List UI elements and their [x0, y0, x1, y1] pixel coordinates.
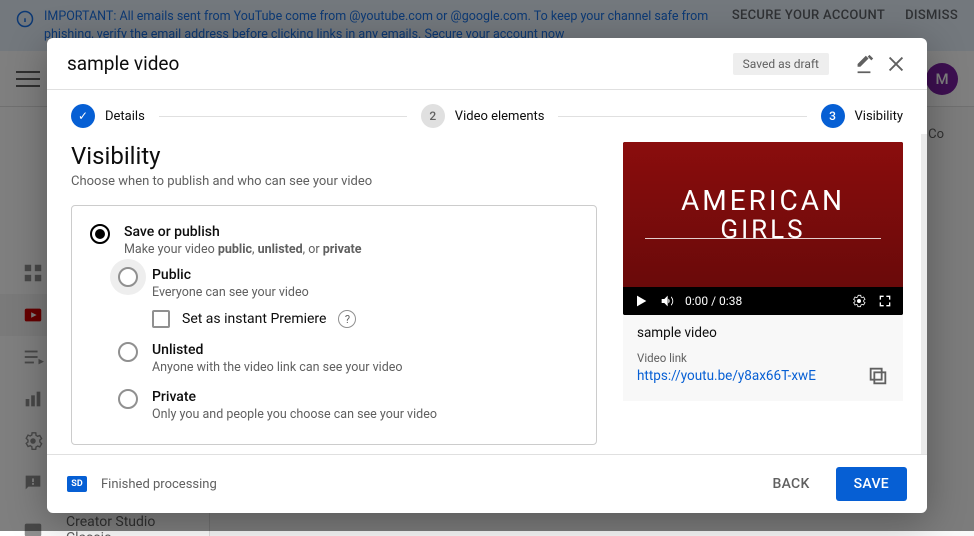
premiere-label: Set as instant Premiere: [182, 311, 326, 327]
check-icon: [71, 104, 95, 128]
opt-save-label: Save or publish: [124, 224, 362, 240]
step-visibility[interactable]: 3 Visibility: [821, 104, 904, 128]
thumb-line2: GIRLS: [720, 215, 805, 245]
thumb-line1: AMERICAN: [681, 184, 845, 217]
upload-dialog: sample video Saved as draft Details 2 Vid…: [47, 38, 927, 513]
back-button[interactable]: BACK: [760, 468, 821, 500]
close-icon[interactable]: [885, 53, 907, 75]
opt-private-label: Private: [152, 389, 437, 405]
video-preview: AMERICAN GIRLS 0:00 / 0:38: [623, 142, 903, 315]
radio-save-publish[interactable]: [90, 224, 110, 244]
step-number: 2: [421, 104, 445, 128]
dialog-title: sample video: [67, 52, 733, 75]
meta-video-title: sample video: [637, 325, 889, 341]
video-meta: sample video Video link https://youtu.be…: [623, 315, 903, 401]
volume-icon[interactable]: [659, 293, 675, 309]
video-time: 0:00 / 0:38: [685, 294, 742, 308]
settings-icon[interactable]: [851, 293, 867, 309]
visibility-options: Save or publish Make your video public, …: [71, 205, 597, 445]
save-button[interactable]: SAVE: [836, 467, 907, 501]
opt-public-label: Public: [152, 267, 309, 283]
fullscreen-icon[interactable]: [877, 293, 893, 309]
video-thumbnail[interactable]: AMERICAN GIRLS: [623, 142, 903, 287]
step-number: 3: [821, 104, 845, 128]
modal-overlay: sample video Saved as draft Details 2 Vid…: [0, 0, 974, 531]
stepper: Details 2 Video elements 3 Visibility: [47, 90, 927, 134]
step-divider: [558, 116, 806, 117]
step-label: Video elements: [455, 109, 545, 124]
step-details[interactable]: Details: [71, 104, 145, 128]
opt-unlisted-desc: Anyone with the video link can see your …: [152, 360, 403, 375]
feedback-icon[interactable]: [853, 53, 875, 75]
sd-badge: SD: [67, 476, 87, 492]
step-divider: [159, 116, 407, 117]
opt-public-desc: Everyone can see your video: [152, 285, 309, 300]
meta-link-label: Video link: [637, 351, 889, 365]
step-label: Visibility: [855, 109, 904, 124]
opt-unlisted-label: Unlisted: [152, 342, 403, 358]
draft-badge: Saved as draft: [733, 53, 829, 75]
checkbox-premiere[interactable]: [152, 310, 170, 328]
section-subtitle: Choose when to publish and who can see y…: [71, 174, 597, 189]
processing-status: Finished processing: [101, 477, 746, 492]
radio-unlisted[interactable]: [118, 342, 138, 362]
video-link[interactable]: https://youtu.be/y8ax66T-xwE: [637, 368, 816, 384]
step-elements[interactable]: 2 Video elements: [421, 104, 545, 128]
opt-save-desc: Make your video public, unlisted, or pri…: [124, 242, 362, 257]
radio-private[interactable]: [118, 389, 138, 409]
section-title: Visibility: [71, 142, 597, 170]
play-icon[interactable]: [633, 293, 649, 309]
video-controls: 0:00 / 0:38: [623, 287, 903, 315]
radio-public[interactable]: [118, 267, 138, 287]
help-icon[interactable]: ?: [338, 310, 356, 328]
copy-icon[interactable]: [867, 365, 889, 387]
opt-private-desc: Only you and people you choose can see y…: [152, 407, 437, 422]
scrollbar[interactable]: [921, 134, 927, 454]
step-label: Details: [105, 109, 145, 124]
